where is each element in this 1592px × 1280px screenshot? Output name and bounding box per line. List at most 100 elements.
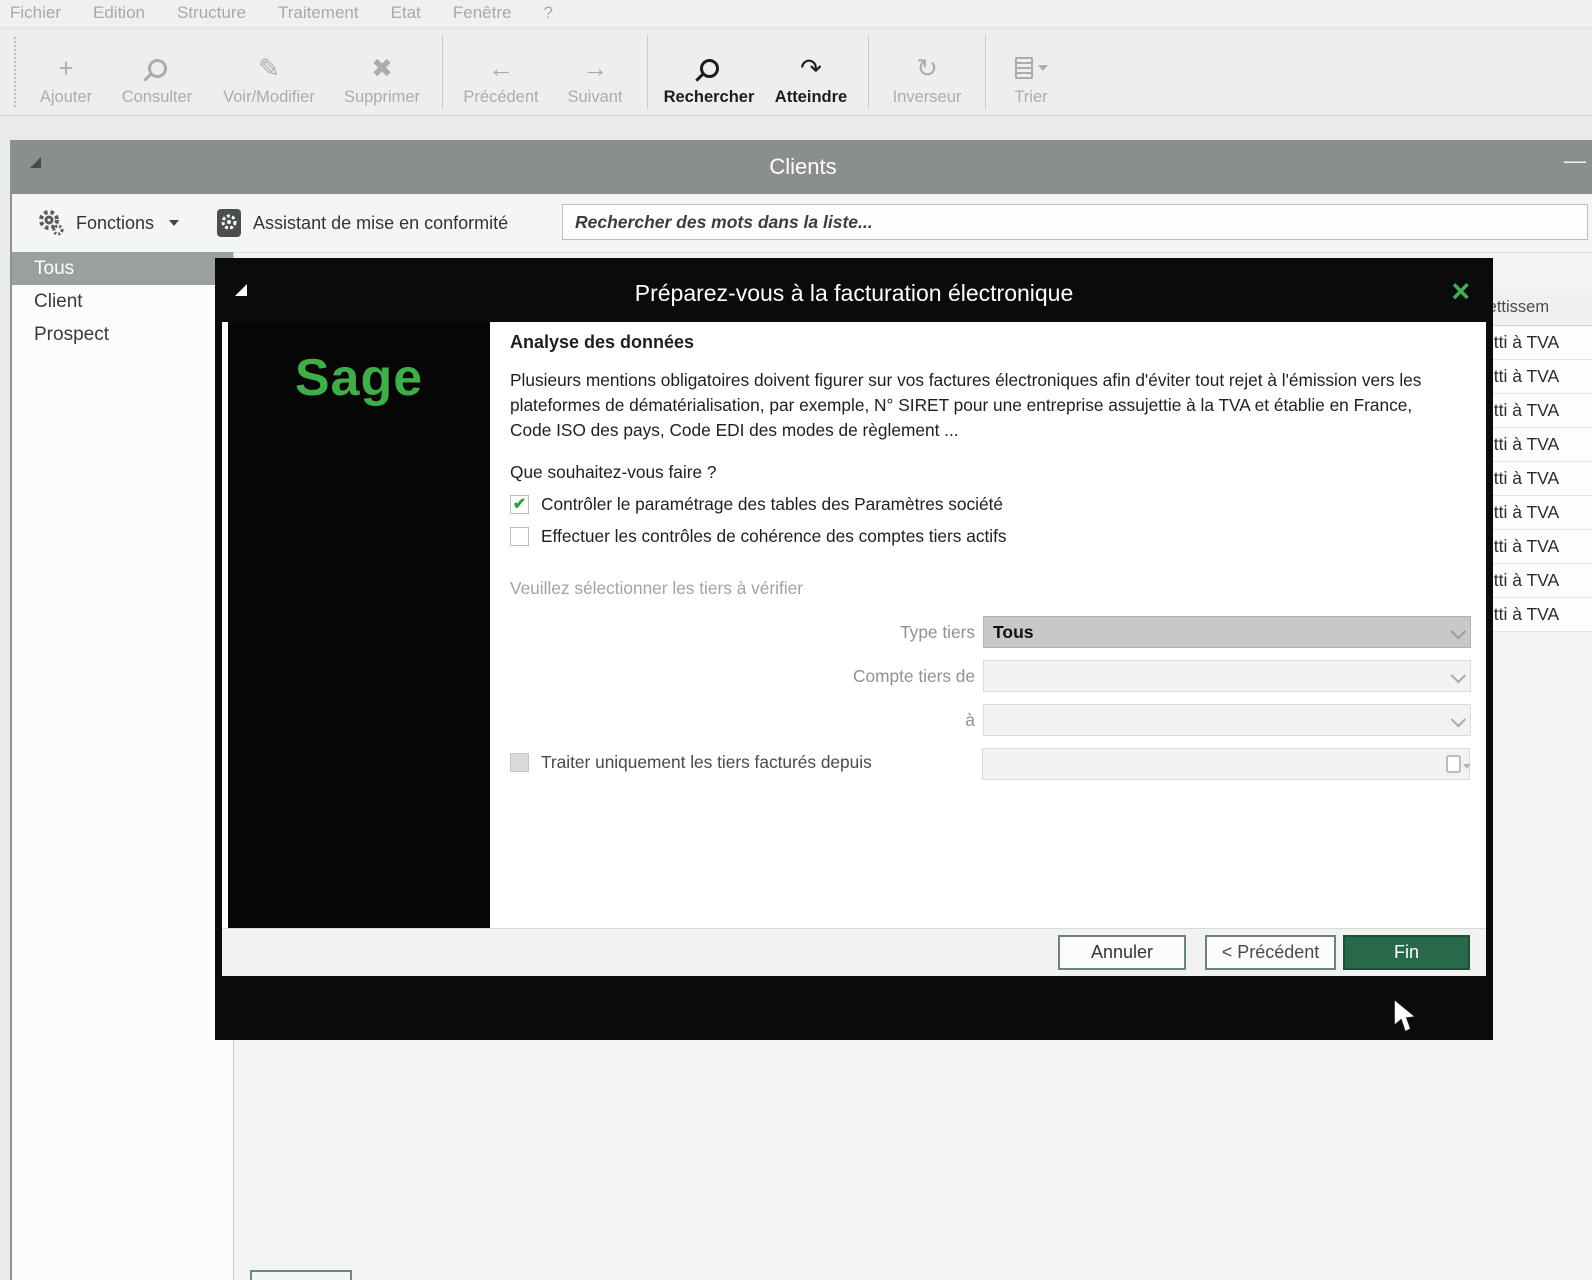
- chevron-down-icon: [1451, 712, 1467, 728]
- menu-fenetre[interactable]: Fenêtre: [453, 3, 512, 23]
- date-filter-field-wrap: [982, 748, 1470, 780]
- sidebar-item-prospect[interactable]: Prospect: [12, 318, 233, 351]
- compte-tiers-de-label: Compte tiers de: [510, 666, 975, 687]
- consulter-button[interactable]: Consulter: [106, 29, 208, 115]
- annuler-button[interactable]: Annuler: [1058, 935, 1186, 970]
- supprimer-button[interactable]: ✖ Supprimer: [330, 29, 434, 115]
- fonctions-label: Fonctions: [76, 213, 154, 234]
- inverseur-label: Inverseur: [893, 88, 962, 107]
- date-filter-checkbox[interactable]: [510, 753, 529, 772]
- coherence-label: Effectuer les contrôles de cohérence des…: [541, 526, 1007, 547]
- toolbar-separator: [442, 35, 443, 109]
- checkbox-row-parametrage[interactable]: ✔ Contrôler le paramétrage des tables de…: [510, 494, 1003, 515]
- menu-traitement[interactable]: Traitement: [278, 3, 359, 23]
- precedent-label: Précédent: [463, 88, 538, 107]
- atteindre-button[interactable]: ↷ Atteindre: [762, 29, 860, 115]
- menu-fichier[interactable]: Fichier: [10, 3, 61, 23]
- menu-bar: Fichier Edition Structure Traitement Eta…: [0, 0, 1592, 26]
- list-search-input[interactable]: [562, 204, 1588, 240]
- ajouter-button[interactable]: + Ajouter: [26, 29, 106, 115]
- sidebar-item-client[interactable]: Client: [12, 285, 233, 318]
- ajouter-label: Ajouter: [40, 88, 92, 107]
- suivant-button[interactable]: → Suivant: [551, 29, 639, 115]
- voir-modifier-label: Voir/Modifier: [223, 88, 315, 107]
- section-heading: Analyse des données: [510, 332, 694, 353]
- trier-button[interactable]: Trier: [994, 29, 1068, 115]
- menu-aide[interactable]: ?: [543, 3, 552, 23]
- plus-icon: +: [58, 50, 73, 86]
- rechercher-label: Rechercher: [664, 88, 755, 107]
- menu-edition[interactable]: Edition: [93, 3, 145, 23]
- chevron-down-icon: [1038, 65, 1048, 71]
- rechercher-button[interactable]: Rechercher: [656, 29, 762, 115]
- type-tiers-select[interactable]: Tous: [983, 616, 1471, 648]
- fin-button[interactable]: Fin: [1343, 935, 1470, 970]
- clients-titlebar: Clients —: [12, 140, 1592, 194]
- dialog-titlebar: Préparez-vous à la facturation électroni…: [222, 265, 1486, 322]
- compte-tiers-a-row: à: [510, 704, 1471, 736]
- type-tiers-label: Type tiers: [510, 622, 975, 643]
- dialog-content: Sage Analyse des données Plusieurs menti…: [222, 322, 1486, 976]
- suivant-label: Suivant: [567, 88, 622, 107]
- gear-icon: [36, 208, 66, 238]
- pencil-icon: ✎: [258, 50, 280, 86]
- dialog-footer: Annuler < Précédent Fin: [222, 928, 1486, 976]
- select-tiers-hint: Veuillez sélectionner les tiers à vérifi…: [510, 578, 803, 599]
- precedent-button[interactable]: ← Précédent: [451, 29, 551, 115]
- chevron-down-icon: [169, 220, 179, 226]
- question-label: Que souhaitez-vous faire ?: [510, 462, 717, 483]
- checkbox-row-coherence[interactable]: Effectuer les contrôles de cohérence des…: [510, 526, 1007, 547]
- fonctions-menu[interactable]: Fonctions: [36, 208, 179, 238]
- compte-tiers-de-select[interactable]: [983, 660, 1471, 692]
- goto-arrow-icon: ↷: [800, 50, 822, 86]
- minimize-button[interactable]: —: [1564, 148, 1586, 174]
- menu-structure[interactable]: Structure: [177, 3, 246, 23]
- app-icon: [28, 155, 44, 171]
- type-tiers-row: Type tiers Tous: [510, 616, 1471, 648]
- sidebar: Tous Client Prospect ✔ Actifs En sommeil: [12, 252, 234, 1280]
- close-icon[interactable]: ×: [1451, 275, 1470, 307]
- date-filter-row[interactable]: Traiter uniquement les tiers facturés de…: [510, 752, 872, 773]
- window-title: Clients: [769, 154, 836, 180]
- toolbar-separator: [647, 35, 648, 109]
- application-root: Fichier Edition Structure Traitement Eta…: [0, 0, 1592, 1280]
- assistant-label: Assistant de mise en conformité: [253, 213, 508, 234]
- facturation-dialog: Préparez-vous à la facturation électroni…: [215, 258, 1493, 1040]
- function-bar: Fonctions Assistant de mise en conformit…: [12, 194, 1592, 253]
- toolbar-separator: [985, 35, 986, 109]
- chevron-down-icon: [1451, 624, 1467, 640]
- sort-list-icon: [1015, 57, 1033, 79]
- toolbar-grip[interactable]: [14, 37, 20, 107]
- compte-tiers-a-label: à: [510, 710, 975, 731]
- arrow-right-icon: →: [582, 50, 608, 86]
- precedent-step-button[interactable]: < Précédent: [1205, 935, 1336, 970]
- inverseur-button[interactable]: ↻ Inverseur: [877, 29, 977, 115]
- chevron-down-icon: [1451, 668, 1467, 684]
- dialog-title: Préparez-vous à la facturation électroni…: [635, 280, 1074, 307]
- sidebar-item-tous[interactable]: Tous: [12, 252, 233, 285]
- arrow-left-icon: ←: [488, 50, 514, 86]
- coherence-checkbox[interactable]: [510, 527, 529, 546]
- menu-etat[interactable]: Etat: [391, 3, 421, 23]
- search-icon: [700, 59, 719, 78]
- x-icon: ✖: [371, 50, 393, 86]
- assistant-conformite-button[interactable]: Assistant de mise en conformité: [215, 207, 508, 239]
- partial-bottom-button[interactable]: [250, 1270, 352, 1280]
- atteindre-label: Atteindre: [775, 88, 847, 107]
- type-tiers-value: Tous: [993, 622, 1034, 643]
- consulter-label: Consulter: [122, 88, 193, 107]
- compte-tiers-a-select[interactable]: [983, 704, 1471, 736]
- date-input[interactable]: [982, 748, 1470, 780]
- assistant-icon: [215, 207, 243, 239]
- intro-paragraph: Plusieurs mentions obligatoires doivent …: [510, 368, 1458, 443]
- sage-brand-panel: Sage: [228, 322, 490, 976]
- toolbar-separator: [868, 35, 869, 109]
- parametrage-label: Contrôler le paramétrage des tables des …: [541, 494, 1003, 515]
- trier-label: Trier: [1014, 88, 1047, 107]
- supprimer-label: Supprimer: [344, 88, 420, 107]
- sage-logo: Sage: [295, 348, 423, 976]
- refresh-icon: ↻: [916, 50, 938, 86]
- voir-modifier-button[interactable]: ✎ Voir/Modifier: [208, 29, 330, 115]
- date-filter-label: Traiter uniquement les tiers facturés de…: [541, 752, 872, 773]
- parametrage-checkbox[interactable]: ✔: [510, 495, 529, 514]
